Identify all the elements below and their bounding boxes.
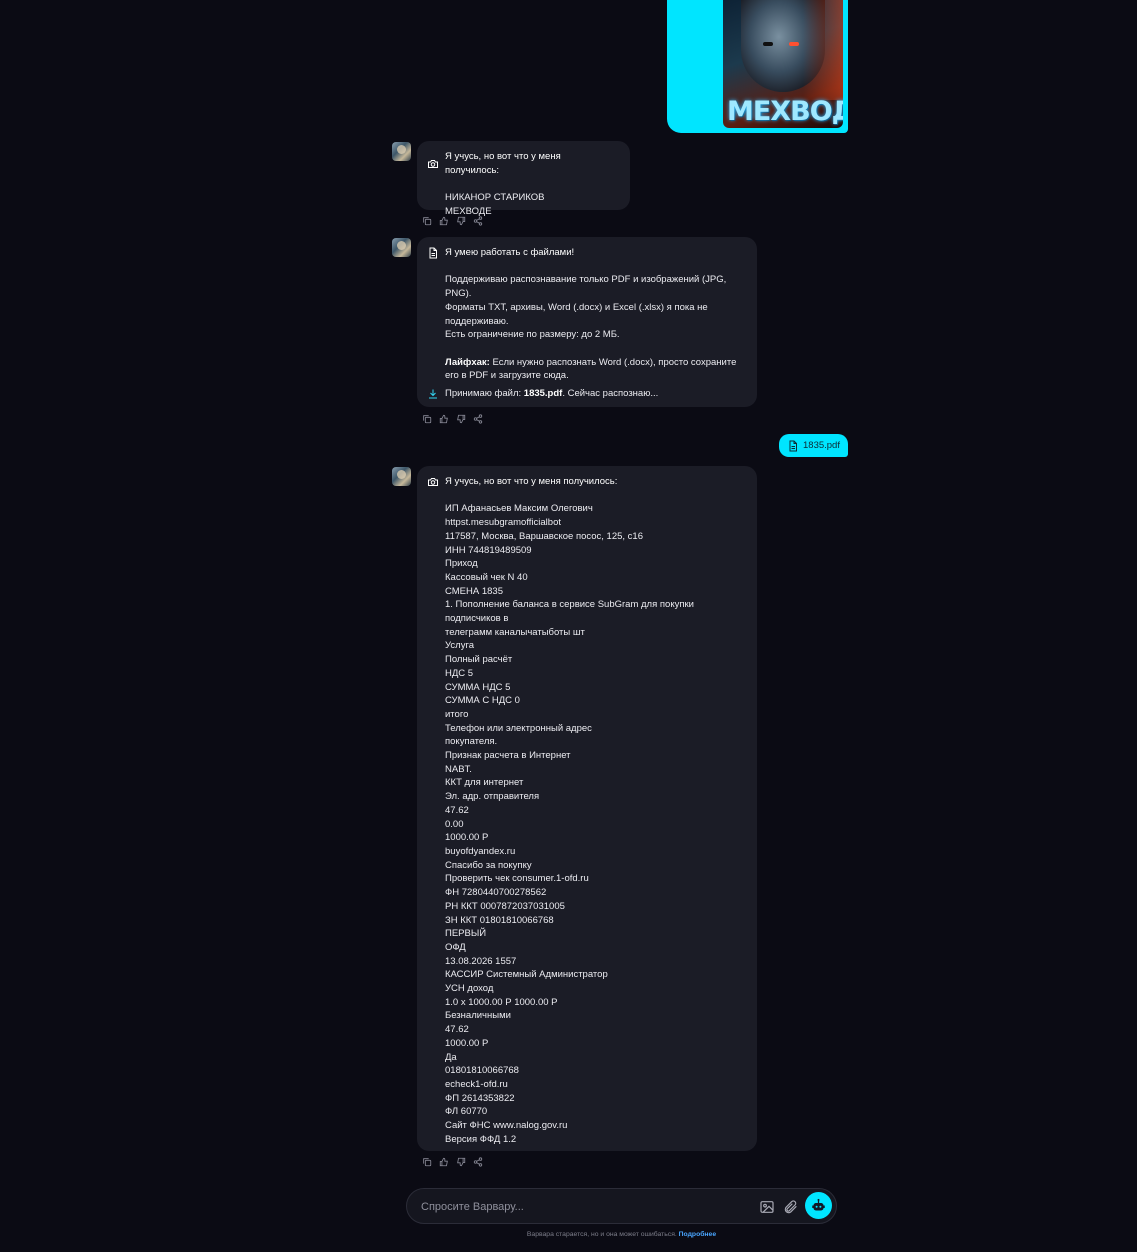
- send-button[interactable]: [805, 1192, 832, 1219]
- message-actions: [422, 1157, 483, 1167]
- message-header: Я учусь, но вот что у меня получилось:: [445, 476, 618, 487]
- document-icon: [787, 440, 799, 452]
- thumbs-down-icon[interactable]: [456, 216, 466, 226]
- assistant-message: Я учусь, но вот что у меня получилось: Н…: [417, 141, 630, 217]
- poster-shade: [803, 0, 843, 100]
- message-header: Я умею работать с файлами!: [445, 247, 575, 258]
- learn-more-link[interactable]: Подробнее: [679, 1231, 716, 1238]
- share-icon[interactable]: [473, 1157, 483, 1167]
- assistant-avatar: [392, 142, 411, 161]
- image-icon[interactable]: [759, 1199, 775, 1215]
- upload-status: Принимаю файл: 1835.pdf. Сейчас распозна…: [445, 388, 659, 400]
- thumbs-down-icon[interactable]: [456, 414, 466, 424]
- poster-image[interactable]: МЕХВОД2: [723, 0, 843, 128]
- share-icon[interactable]: [473, 216, 483, 226]
- poster-eye: [763, 42, 773, 46]
- thumbs-up-icon[interactable]: [439, 1157, 449, 1167]
- assistant-avatar: [392, 467, 411, 486]
- file-name: 1835.pdf: [803, 440, 840, 451]
- paperclip-icon[interactable]: [783, 1199, 799, 1215]
- assistant-message: Я учусь, но вот что у меня получилось: И…: [417, 466, 757, 1151]
- document-icon: [427, 247, 439, 259]
- disclaimer: Варвара старается, но и она может ошибат…: [526, 1231, 717, 1238]
- camera-icon: [427, 476, 439, 488]
- message-body: ИП Афанасьев Максим Олегович httpst.mesu…: [445, 503, 694, 1145]
- tip-label: Лайфхак:: [445, 356, 490, 368]
- message-body: НИКАНОР СТАРИКОВ МЕХВОДЕ: [445, 192, 545, 217]
- thumbs-up-icon[interactable]: [439, 216, 449, 226]
- message-composer: [406, 1188, 837, 1224]
- poster-eye: [789, 42, 799, 46]
- message-actions: [422, 414, 483, 424]
- user-file-message[interactable]: 1835.pdf: [779, 434, 848, 457]
- message-header: Я учусь, но вот что у меня получилось:: [445, 151, 561, 176]
- message-input[interactable]: [421, 1198, 741, 1216]
- copy-icon[interactable]: [422, 216, 432, 226]
- poster-title: МЕХВОД2: [727, 96, 843, 127]
- robot-icon: [812, 1198, 825, 1211]
- thumbs-down-icon[interactable]: [456, 1157, 466, 1167]
- assistant-avatar: [392, 238, 411, 257]
- copy-icon[interactable]: [422, 1157, 432, 1167]
- share-icon[interactable]: [473, 414, 483, 424]
- message-body: Поддерживаю распознавание только PDF и и…: [445, 274, 737, 382]
- assistant-message: Я умею работать с файлами! Поддерживаю р…: [417, 237, 757, 407]
- copy-icon[interactable]: [422, 414, 432, 424]
- camera-icon: [427, 158, 439, 170]
- thumbs-up-icon[interactable]: [439, 414, 449, 424]
- message-actions: [422, 216, 483, 226]
- download-icon: [427, 388, 439, 400]
